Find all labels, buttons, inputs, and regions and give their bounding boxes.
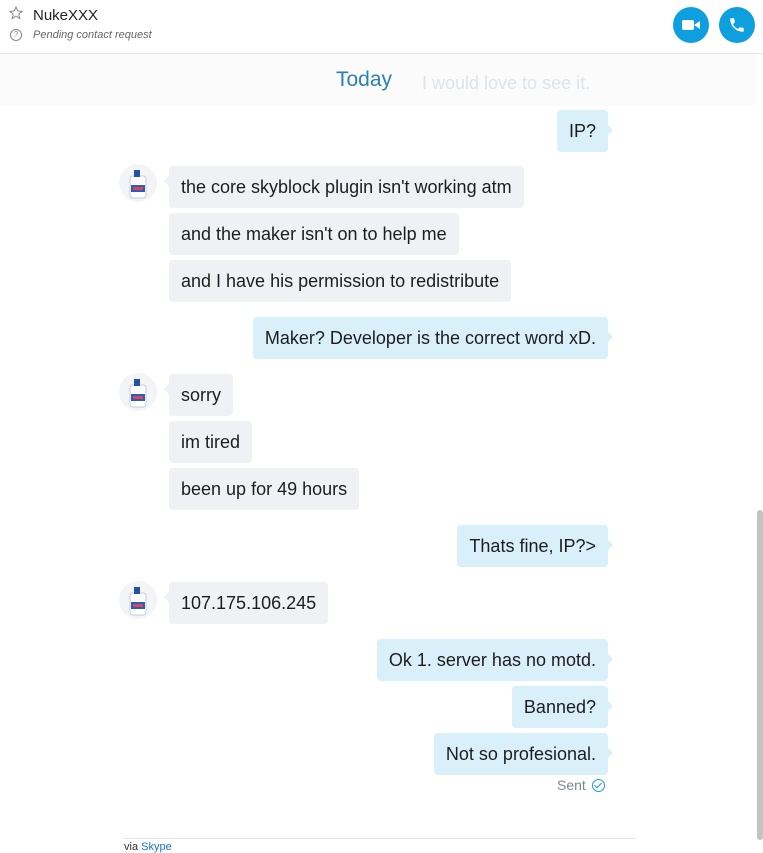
incoming-message[interactable]: 107.175.106.245 <box>163 582 329 624</box>
incoming-message[interactable]: the core skyblock plugin isn't working a… <box>164 166 524 208</box>
help-circle-icon: ? <box>10 29 22 41</box>
footer-prefix: via <box>124 841 139 853</box>
contact-name[interactable]: NukeXXX <box>33 7 98 24</box>
star-icon[interactable] <box>9 6 23 20</box>
footer: via Skype <box>124 841 172 853</box>
outgoing-message[interactable]: Thats fine, IP?> <box>457 525 613 567</box>
outgoing-message[interactable]: IP? <box>556 110 614 152</box>
video-icon <box>682 20 700 30</box>
avatar[interactable] <box>119 581 157 619</box>
check-circle-icon <box>592 779 605 792</box>
outgoing-message[interactable]: Maker? Developer is the correct word xD. <box>252 317 614 359</box>
incoming-message[interactable]: and the maker isn't on to help me <box>169 213 459 255</box>
avatar[interactable] <box>119 164 157 202</box>
incoming-message[interactable]: sorry <box>164 374 233 416</box>
scrolled-message-text: I would love to see it. <box>422 73 591 93</box>
outgoing-message[interactable]: Ok 1. server has no motd. <box>376 639 614 681</box>
incoming-message[interactable]: and I have his permission to redistribut… <box>169 260 512 302</box>
contact-status: Pending contact request <box>33 29 152 41</box>
date-label: Today <box>336 68 393 91</box>
audio-call-button[interactable] <box>719 7 755 43</box>
incoming-message[interactable]: im tired <box>169 421 253 463</box>
chat-header: NukeXXX ? Pending contact request <box>0 0 763 54</box>
incoming-message[interactable]: been up for 49 hours <box>169 468 360 510</box>
avatar[interactable] <box>119 373 157 411</box>
divider <box>123 838 636 839</box>
sent-status: Sent <box>557 777 586 793</box>
outgoing-message[interactable]: Banned? <box>511 686 614 728</box>
skype-link[interactable]: Skype <box>141 841 172 853</box>
video-call-button[interactable] <box>673 7 709 43</box>
phone-icon <box>730 18 744 32</box>
outgoing-message[interactable]: Not so profesional. <box>433 733 614 775</box>
scrollbar[interactable] <box>757 510 763 840</box>
